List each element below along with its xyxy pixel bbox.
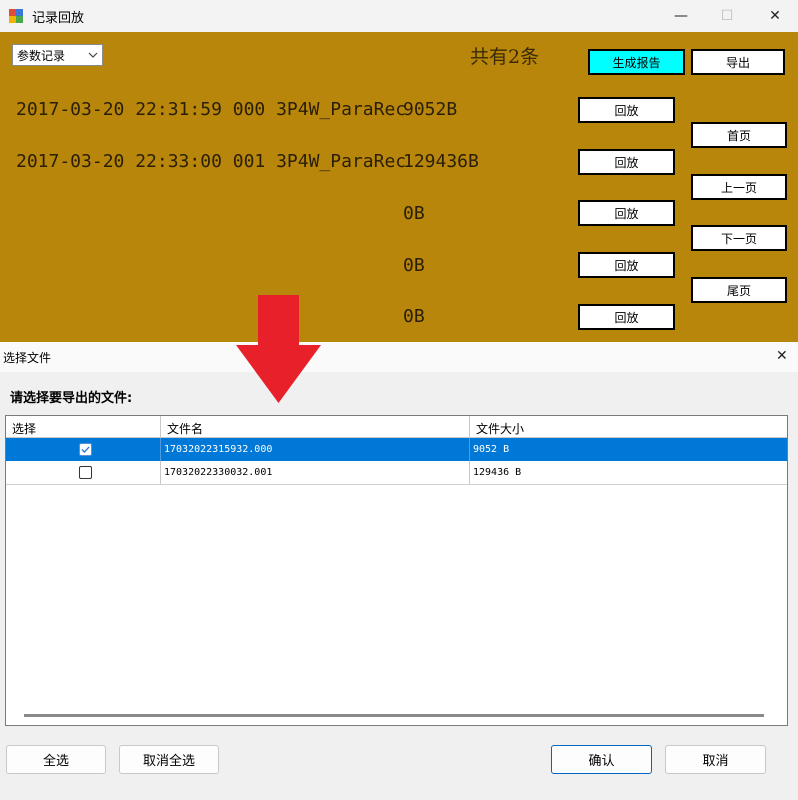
row-checkbox[interactable]: [79, 466, 92, 479]
record-size-3: 0B: [403, 203, 425, 224]
select-all-button[interactable]: 全选: [6, 745, 106, 774]
filesize-cell: 9052 B: [473, 444, 510, 455]
dialog-prompt: 请选择要导出的文件:: [10, 391, 133, 406]
record-size-5: 0B: [403, 306, 425, 327]
play-button-5[interactable]: 回放: [578, 304, 675, 330]
generate-report-button[interactable]: 生成报告: [588, 49, 685, 75]
column-header-select[interactable]: 选择: [6, 416, 161, 438]
maximize-button[interactable]: ☐: [704, 0, 750, 32]
close-icon: ✕: [769, 8, 781, 24]
dialog-title: 选择文件: [3, 351, 52, 365]
minimize-button[interactable]: —: [658, 0, 704, 32]
dialog-titlebar: 选择文件 ✕: [0, 342, 798, 372]
main-titlebar: 记录回放 — ☐ ✕: [0, 0, 798, 32]
file-grid: 选择 文件名 文件大小 17032022315932.000 9052 B 17…: [5, 415, 788, 726]
record-type-value: 参数记录: [17, 49, 66, 63]
deselect-all-button[interactable]: 取消全选: [119, 745, 219, 774]
table-row[interactable]: 17032022315932.000 9052 B: [6, 438, 787, 461]
record-text-2: 2017-03-20 22:33:00 001 3P4W_ParaRec: [16, 151, 407, 172]
record-size-2: 129436B: [403, 151, 479, 172]
column-header-filename[interactable]: 文件名: [161, 416, 470, 438]
select-cell: [6, 461, 161, 484]
filename-cell: 17032022315932.000: [161, 438, 470, 461]
cancel-button[interactable]: 取消: [665, 745, 766, 774]
export-button[interactable]: 导出: [691, 49, 785, 75]
first-page-button[interactable]: 首页: [691, 122, 787, 148]
select-file-dialog: 选择文件 ✕ 请选择要导出的文件: 选择 文件名 文件大小 1703202231…: [0, 342, 798, 800]
main-content: [0, 32, 798, 342]
play-button-2[interactable]: 回放: [578, 149, 675, 175]
horizontal-scrollbar[interactable]: [24, 714, 764, 717]
checkmark-icon: [81, 446, 90, 453]
window-title: 记录回放: [32, 11, 85, 26]
record-playback-window: 记录回放 — ☐ ✕ 参数记录 共有2条 生成报告 导出 2017-03-20 …: [0, 0, 798, 342]
record-type-select[interactable]: 参数记录: [12, 44, 103, 66]
prev-page-button[interactable]: 上一页: [691, 174, 787, 200]
minimize-icon: —: [674, 8, 688, 24]
play-button-1[interactable]: 回放: [578, 97, 675, 123]
play-button-4[interactable]: 回放: [578, 252, 675, 278]
record-text-1: 2017-03-20 22:31:59 000 3P4W_ParaRec: [16, 99, 407, 120]
close-button[interactable]: ✕: [752, 0, 798, 32]
play-button-3[interactable]: 回放: [578, 200, 675, 226]
app-icon: [9, 9, 23, 23]
select-cell: [6, 438, 161, 461]
confirm-button[interactable]: 确认: [551, 745, 652, 774]
row-checkbox[interactable]: [79, 443, 92, 456]
dialog-close-icon[interactable]: ✕: [776, 348, 788, 364]
chevron-down-icon: [88, 52, 98, 58]
filename-cell: 17032022330032.001: [161, 461, 470, 484]
down-arrow-icon: [236, 295, 321, 403]
column-header-filesize[interactable]: 文件大小: [470, 416, 787, 438]
record-size-4: 0B: [403, 255, 425, 276]
record-count: 共有2条: [470, 46, 540, 68]
next-page-button[interactable]: 下一页: [691, 225, 787, 251]
filesize-cell: 129436 B: [473, 467, 522, 478]
table-row[interactable]: 17032022330032.001 129436 B: [6, 461, 787, 485]
record-size-1: 9052B: [403, 99, 458, 120]
maximize-icon: ☐: [720, 8, 734, 24]
last-page-button[interactable]: 尾页: [691, 277, 787, 303]
